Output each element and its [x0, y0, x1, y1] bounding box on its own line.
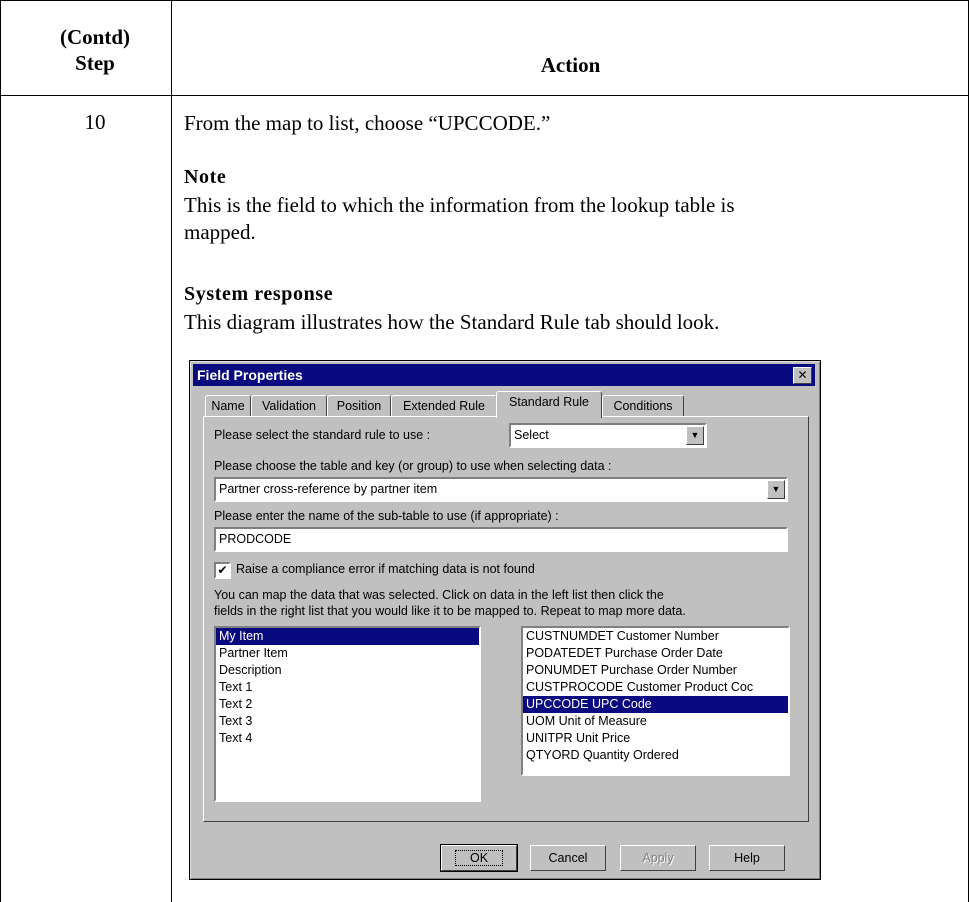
field-properties-dialog: Field Properties ✕ Name Validation Posit…	[189, 360, 821, 880]
system-response-heading: System response	[184, 283, 334, 305]
list-item[interactable]: Text 1	[216, 679, 479, 696]
table-left-border	[0, 0, 1, 902]
list-item[interactable]: UPCCODE UPC Code	[523, 696, 788, 713]
list-item[interactable]: PONUMDET Purchase Order Number	[523, 662, 788, 679]
list-item[interactable]: CUSTPROCODE Customer Product Coc	[523, 679, 788, 696]
tab-conditions[interactable]: Conditions	[602, 395, 684, 417]
standard-rule-panel: Please select the standard rule to use :…	[203, 416, 809, 822]
dialog-titlebar[interactable]: Field Properties ✕	[193, 364, 815, 386]
list-item[interactable]: UNITPR Unit Price	[523, 730, 788, 747]
list-item[interactable]: Text 3	[216, 713, 479, 730]
step-header-step: Step	[75, 51, 115, 75]
subtable-label: Please enter the name of the sub-table t…	[214, 509, 559, 523]
table-header-divider	[0, 95, 969, 96]
list-item[interactable]: My Item	[216, 628, 479, 645]
step-number: 10	[84, 110, 106, 134]
instruction-text: From the map to list, choose “UPCCODE.”	[184, 111, 551, 135]
table-column-divider	[171, 0, 172, 902]
help-button[interactable]: Help	[709, 845, 785, 871]
map-to-list[interactable]: CUSTNUMDET Customer Number PODATEDET Pur…	[521, 626, 790, 776]
list-item[interactable]: Text 4	[216, 730, 479, 747]
table-key-select-value: Partner cross-reference by partner item	[219, 482, 438, 496]
list-item[interactable]: UOM Unit of Measure	[523, 713, 788, 730]
ok-button-label: OK	[454, 850, 504, 866]
compliance-label: Raise a compliance error if matching dat…	[236, 562, 535, 576]
source-data-list[interactable]: My Item Partner Item Description Text 1 …	[214, 626, 481, 802]
table-key-select[interactable]: Partner cross-reference by partner item …	[214, 477, 788, 502]
list-item[interactable]: QTYORD Quantity Ordered	[523, 747, 788, 764]
table-top-border	[0, 0, 969, 1]
rule-select[interactable]: Select ▼	[509, 423, 707, 448]
apply-button[interactable]: Apply	[620, 845, 696, 871]
step-column-header: (Contd) Step	[20, 24, 170, 76]
note-heading: Note	[184, 166, 227, 188]
table-key-label: Please choose the table and key (or grou…	[214, 459, 612, 473]
system-response-text: This diagram illustrates how the Standar…	[184, 310, 720, 334]
action-column-header: Action	[540, 53, 601, 77]
chevron-down-icon[interactable]: ▼	[686, 426, 704, 445]
subtable-input[interactable]: PRODCODE	[214, 527, 788, 552]
rule-label: Please select the standard rule to use :	[214, 428, 431, 442]
tab-name[interactable]: Name	[205, 395, 251, 417]
tab-position[interactable]: Position	[327, 395, 391, 417]
tab-standard-rule[interactable]: Standard Rule	[496, 391, 602, 418]
dialog-title: Field Properties	[197, 367, 303, 383]
tab-extended-rule[interactable]: Extended Rule	[391, 395, 497, 417]
note-text-line2: mapped.	[184, 220, 256, 244]
tab-validation[interactable]: Validation	[251, 395, 327, 417]
list-item[interactable]: PODATEDET Purchase Order Date	[523, 645, 788, 662]
cancel-button[interactable]: Cancel	[530, 845, 606, 871]
map-instructions-line1: You can map the data that was selected. …	[214, 588, 664, 602]
list-item[interactable]: Text 2	[216, 696, 479, 713]
list-item[interactable]: Description	[216, 662, 479, 679]
chevron-down-icon[interactable]: ▼	[767, 480, 785, 499]
note-text-line1: This is the field to which the informati…	[184, 193, 735, 217]
compliance-checkbox[interactable]: ✔	[214, 562, 231, 579]
close-icon[interactable]: ✕	[793, 367, 812, 384]
list-item[interactable]: CUSTNUMDET Customer Number	[523, 628, 788, 645]
list-item[interactable]: Partner Item	[216, 645, 479, 662]
map-instructions-line2: fields in the right list that you would …	[214, 604, 686, 618]
step-header-contd: (Contd)	[59, 25, 130, 49]
rule-select-value: Select	[514, 428, 549, 442]
ok-button[interactable]: OK	[440, 844, 518, 872]
